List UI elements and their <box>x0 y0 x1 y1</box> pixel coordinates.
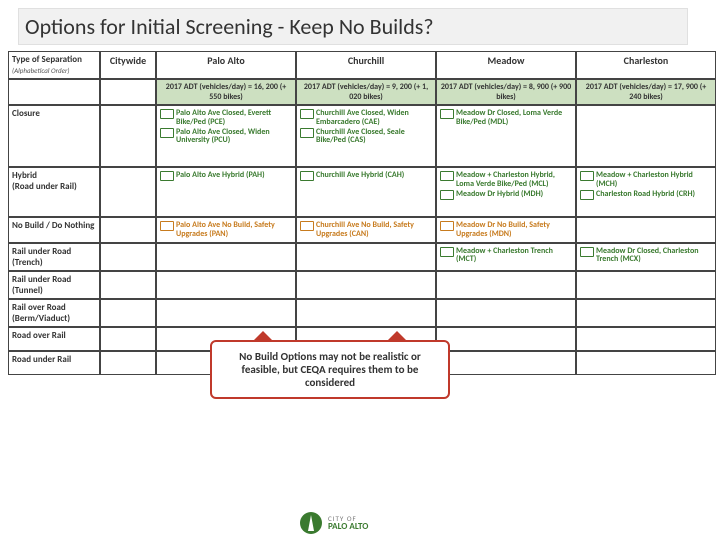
closure-meadow: Meadow Dr Closed, Loma Verde Bike/Ped (M… <box>436 105 576 167</box>
row-roadover: Road over Rail <box>8 327 100 351</box>
trench-churchill <box>296 243 436 271</box>
option-pcu: Palo Alto Ave Closed, Widen University (… <box>160 128 292 146</box>
car-bike-icon <box>160 128 174 138</box>
row-nobuild: No Build / Do Nothing <box>8 217 100 243</box>
car-bike-icon <box>300 128 314 138</box>
option-cas: Churchill Ave Closed, Seale Bike/Ped (CA… <box>300 128 432 146</box>
trench-meadow: Meadow + Charleston Trench (MCT) <box>436 243 576 271</box>
option-pah: Palo Alto Ave Hybrid (PAH) <box>160 171 292 181</box>
col-header-charleston: Charleston <box>576 51 716 79</box>
train-car-icon <box>440 221 454 231</box>
option-mdl: Meadow Dr Closed, Loma Verde Bike/Ped (M… <box>440 109 572 127</box>
page-title: Options for Initial Screening - Keep No … <box>18 8 688 45</box>
train-car-icon <box>300 171 314 181</box>
nobuild-paloalto: Palo Alto Ave No Build, Safety Upgrades … <box>156 217 296 243</box>
adt-meadow: 2017 ADT (vehicles/day) = 8, 900 (+ 900 … <box>436 79 576 105</box>
col-header-meadow: Meadow <box>436 51 576 79</box>
train-car-icon <box>440 190 454 200</box>
nobuild-citywide <box>100 217 156 243</box>
train-car-icon <box>300 221 314 231</box>
col-header-citywide: Citywide <box>100 51 156 79</box>
hybrid-citywide <box>100 167 156 217</box>
hybrid-churchill: Churchill Ave Hybrid (CAH) <box>296 167 436 217</box>
car-bike-icon <box>160 109 174 119</box>
car-bike-icon <box>440 109 454 119</box>
col-header-churchill: Churchill <box>296 51 436 79</box>
logo-city-name: PALO ALTO <box>328 522 368 531</box>
option-cae: Churchill Ave Closed, Widen Embarcadero … <box>300 109 432 127</box>
callout-box: No Build Options may not be realistic or… <box>210 340 450 399</box>
hybrid-meadow: Meadow + Charleston Hybrid, Loma Verde B… <box>436 167 576 217</box>
options-table: Type of Separation(Alphabetical Order) C… <box>8 51 720 375</box>
hybrid-charleston: Meadow + Charleston Hybrid (MCH) Charles… <box>576 167 716 217</box>
nobuild-meadow: Meadow Dr No Build, Safety Upgrades (MDN… <box>436 217 576 243</box>
adt-spacer-citywide <box>100 79 156 105</box>
option-pan: Palo Alto Ave No Build, Safety Upgrades … <box>160 221 292 239</box>
train-car-icon <box>160 221 174 231</box>
option-mcl: Meadow + Charleston Hybrid, Loma Verde B… <box>440 171 572 189</box>
train-car-icon <box>580 171 594 181</box>
option-can: Churchill Ave No Build, Safety Upgrades … <box>300 221 432 239</box>
nobuild-charleston <box>576 217 716 243</box>
adt-churchill: 2017 ADT (vehicles/day) = 9, 200 (+ 1, 0… <box>296 79 436 105</box>
row-berm: Rail over Road (Berm/Viaduct) <box>8 299 100 327</box>
adt-paloalto: 2017 ADT (vehicles/day) = 16, 200 (+ 550… <box>156 79 296 105</box>
closure-citywide <box>100 105 156 167</box>
adt-spacer-type <box>8 79 100 105</box>
train-car-icon <box>580 190 594 200</box>
option-mch: Meadow + Charleston Hybrid (MCH) <box>580 171 712 189</box>
nobuild-churchill: Churchill Ave No Build, Safety Upgrades … <box>296 217 436 243</box>
adt-charleston: 2017 ADT (vehicles/day) = 17, 900 (+ 240… <box>576 79 716 105</box>
row-trench: Rail under Road (Trench) <box>8 243 100 271</box>
car-bike-icon <box>300 109 314 119</box>
trench-paloalto <box>156 243 296 271</box>
trench-charleston: Meadow Dr Closed, Charleston Trench (MCX… <box>576 243 716 271</box>
option-mdn: Meadow Dr No Build, Safety Upgrades (MDN… <box>440 221 572 239</box>
hybrid-paloalto: Palo Alto Ave Hybrid (PAH) <box>156 167 296 217</box>
option-crh: Charleston Road Hybrid (CRH) <box>580 190 712 200</box>
col-header-paloalto: Palo Alto <box>156 51 296 79</box>
option-cah: Churchill Ave Hybrid (CAH) <box>300 171 432 181</box>
train-car-icon <box>160 171 174 181</box>
option-mdh: Meadow Dr Hybrid (MDH) <box>440 190 572 200</box>
row-tunnel: Rail under Road (Tunnel) <box>8 271 100 299</box>
trench-citywide <box>100 243 156 271</box>
closure-churchill: Churchill Ave Closed, Widen Embarcadero … <box>296 105 436 167</box>
row-hybrid: Hybrid(Road under Rail) <box>8 167 100 217</box>
option-mcx: Meadow Dr Closed, Charleston Trench (MCX… <box>580 247 712 265</box>
train-car-icon <box>440 171 454 181</box>
city-logo: CITY OF PALO ALTO <box>300 512 368 534</box>
option-mct: Meadow + Charleston Trench (MCT) <box>440 247 572 265</box>
row-roadunder: Road under Rail <box>8 351 100 375</box>
option-pce: Palo Alto Ave Closed, Everett Bike/Ped (… <box>160 109 292 127</box>
tree-icon <box>300 512 322 534</box>
train-car-icon <box>440 247 454 257</box>
col-header-type: Type of Separation(Alphabetical Order) <box>8 51 100 79</box>
closure-charleston <box>576 105 716 167</box>
row-closure: Closure <box>8 105 100 167</box>
train-car-icon <box>580 247 594 257</box>
closure-paloalto: Palo Alto Ave Closed, Everett Bike/Ped (… <box>156 105 296 167</box>
